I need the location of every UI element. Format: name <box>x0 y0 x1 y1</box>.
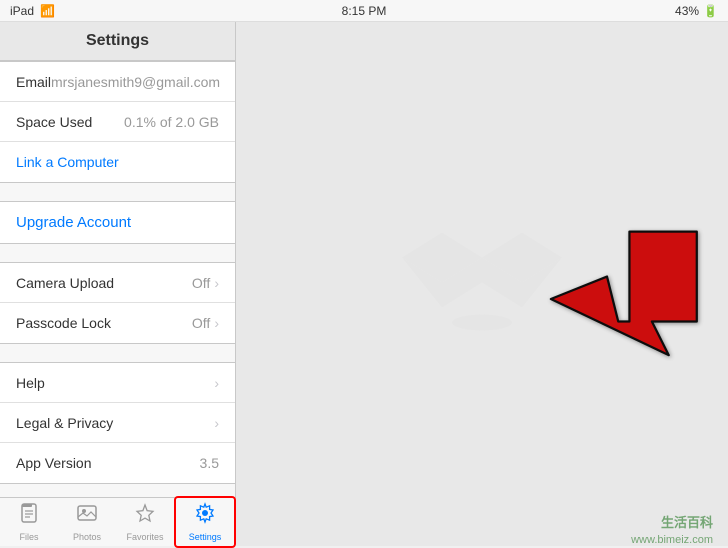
passcode-row[interactable]: Passcode Lock Off › <box>0 303 235 343</box>
upgrade-row[interactable]: Upgrade Account <box>0 202 235 243</box>
arrow-container <box>506 102 708 496</box>
photos-icon <box>76 502 98 530</box>
settings-tab-label: Settings <box>189 532 222 542</box>
settings-title: Settings <box>86 32 149 49</box>
settings-icon <box>194 502 216 530</box>
tab-files[interactable]: Files <box>0 498 58 546</box>
legal-row[interactable]: Legal & Privacy › <box>0 403 235 443</box>
email-row: Email mrsjanesmith9@gmail.com <box>0 62 235 102</box>
camera-upload-value: Off › <box>192 275 219 291</box>
favorites-icon <box>134 502 156 530</box>
space-used-label: Space Used <box>16 114 92 130</box>
main-container: Settings Email mrsjanesmith9@gmail.com S… <box>0 22 728 546</box>
status-left: iPad 📶 <box>10 4 55 18</box>
email-value: mrsjanesmith9@gmail.com <box>51 74 220 90</box>
settings-header: Settings <box>0 22 235 61</box>
help-label: Help <box>16 375 45 391</box>
status-right: 43% 🔋 <box>675 4 718 18</box>
passcode-chevron-icon: › <box>214 315 219 331</box>
files-icon <box>18 502 40 530</box>
red-arrow-svg <box>506 139 708 459</box>
photos-tab-label: Photos <box>73 532 101 542</box>
upgrade-group[interactable]: Upgrade Account <box>0 201 235 244</box>
status-time: 8:15 PM <box>342 4 387 18</box>
tab-settings[interactable]: Settings <box>174 496 236 548</box>
account-group: Email mrsjanesmith9@gmail.com Space Used… <box>0 61 235 183</box>
camera-group: Camera Upload Off › Passcode Lock Off › <box>0 262 235 344</box>
battery-icon: 🔋 <box>703 4 718 18</box>
app-version-row: App Version 3.5 <box>0 443 235 483</box>
camera-upload-row[interactable]: Camera Upload Off › <box>0 263 235 303</box>
legal-chevron: › <box>214 415 219 431</box>
passcode-value: Off › <box>192 315 219 331</box>
favorites-tab-label: Favorites <box>126 532 163 542</box>
cn-watermark: 生活百科 <box>661 512 713 531</box>
settings-panel: Settings Email mrsjanesmith9@gmail.com S… <box>0 22 236 546</box>
tab-favorites[interactable]: Favorites <box>116 498 174 546</box>
app-version-label: App Version <box>16 455 92 471</box>
help-group: Help › Legal & Privacy › App Version 3.5 <box>0 362 235 484</box>
legal-chevron-icon: › <box>214 415 219 431</box>
camera-upload-label: Camera Upload <box>16 275 114 291</box>
help-row[interactable]: Help › <box>0 363 235 403</box>
wifi-icon: 📶 <box>40 4 55 18</box>
passcode-label: Passcode Lock <box>16 315 111 331</box>
link-computer-text[interactable]: Link a Computer <box>16 154 119 170</box>
device-label: iPad <box>10 4 34 18</box>
upgrade-text[interactable]: Upgrade Account <box>16 214 131 231</box>
url-watermark: www.bimeiz.com <box>631 534 713 546</box>
space-used-value: 0.1% of 2.0 GB <box>124 114 219 130</box>
tab-photos[interactable]: Photos <box>58 498 116 546</box>
link-computer-row[interactable]: Link a Computer <box>0 142 235 182</box>
email-label: Email <box>16 74 51 90</box>
settings-content: Email mrsjanesmith9@gmail.com Space Used… <box>0 61 235 546</box>
legal-label: Legal & Privacy <box>16 415 113 431</box>
battery-level: 43% <box>675 4 699 18</box>
help-chevron-icon: › <box>214 375 219 391</box>
app-version-value: 3.5 <box>200 455 219 471</box>
right-panel: 生活百科 www.bimeiz.com <box>236 22 728 546</box>
camera-chevron-icon: › <box>214 275 219 291</box>
status-bar: iPad 📶 8:15 PM 43% 🔋 <box>0 0 728 22</box>
space-used-row: Space Used 0.1% of 2.0 GB <box>0 102 235 142</box>
tab-bar: Files Photos Favorites <box>0 497 236 546</box>
files-tab-label: Files <box>19 532 38 542</box>
help-chevron: › <box>214 375 219 391</box>
